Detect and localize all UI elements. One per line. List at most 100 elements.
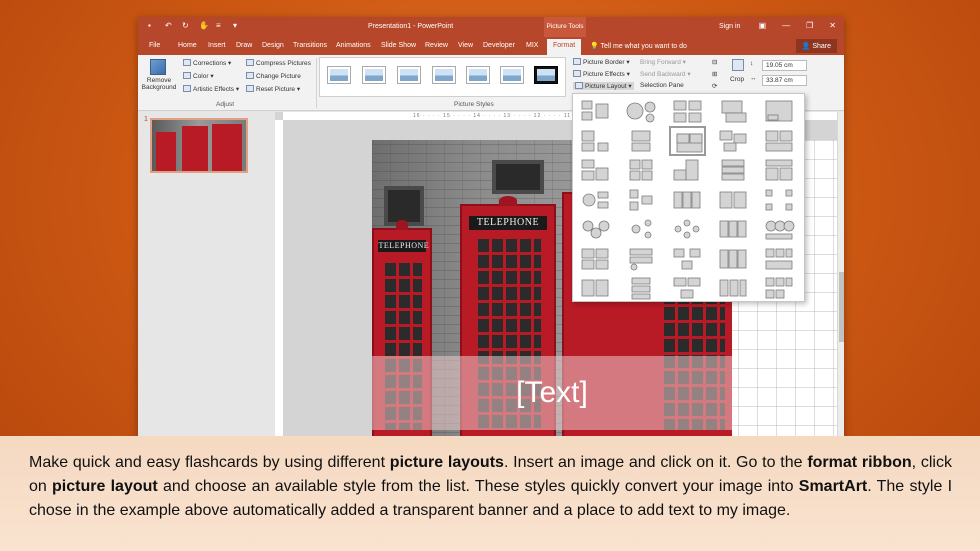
picture-layout-option[interactable] (669, 214, 706, 244)
picture-layout-option[interactable] (669, 273, 706, 303)
tab-file[interactable]: File (149, 42, 160, 49)
save-icon[interactable]: ▪ (148, 22, 156, 30)
compress-pictures-button[interactable]: Compress Pictures (246, 59, 311, 67)
picture-layout-option[interactable] (623, 244, 660, 274)
ribbon-display-icon[interactable]: ▣ (759, 21, 767, 30)
picture-layout-option[interactable] (577, 273, 614, 303)
picture-layout-option[interactable] (577, 155, 614, 185)
artistic-effects-button[interactable]: Artistic Effects ▾ (183, 85, 239, 93)
picture-effects-icon (573, 70, 581, 77)
picture-layout-option[interactable] (761, 126, 798, 156)
picture-layout-option[interactable] (715, 214, 752, 244)
share-button[interactable]: 👤 Share (795, 39, 837, 53)
picture-layout-option[interactable] (669, 155, 706, 185)
picture-layout-option[interactable] (715, 273, 752, 303)
layout-thumbnail-icon (674, 219, 700, 239)
align-icon[interactable]: ⊟ (712, 58, 717, 66)
picture-style-1[interactable] (327, 66, 351, 84)
undo-icon[interactable]: ↶ (165, 22, 173, 30)
picture-border-button[interactable]: Picture Border ▾ (573, 58, 630, 66)
picture-layout-button[interactable]: Picture Layout ▾ (573, 82, 634, 90)
picture-layout-option[interactable] (715, 96, 752, 126)
tab-view[interactable]: View (458, 42, 473, 49)
bullets-icon[interactable]: ≡ (216, 22, 224, 30)
color-button[interactable]: Color ▾ (183, 72, 214, 80)
picture-layout-option[interactable] (577, 185, 614, 215)
picture-layout-option[interactable] (761, 96, 798, 126)
tab-draw[interactable]: Draw (236, 42, 252, 49)
group-icon[interactable]: ⊞ (712, 70, 717, 78)
picture-layout-option[interactable] (669, 244, 706, 274)
picture-style-5[interactable] (466, 66, 490, 84)
close-icon[interactable]: ✕ (829, 21, 836, 30)
rotate-icon[interactable]: ⟳ (712, 82, 717, 90)
picture-style-6[interactable] (500, 66, 524, 84)
picture-layout-option[interactable] (715, 126, 752, 156)
picture-layout-option[interactable] (623, 96, 660, 126)
height-input[interactable]: 19.05 cm (762, 60, 807, 71)
tab-home[interactable]: Home (178, 42, 197, 49)
slide-number: 1 (144, 116, 148, 123)
picture-layout-option[interactable] (577, 214, 614, 244)
picture-layout-option[interactable] (715, 244, 752, 274)
picture-layout-option[interactable] (669, 125, 706, 156)
style-preview (435, 69, 453, 81)
reset-picture-button[interactable]: Reset Picture ▾ (246, 85, 300, 93)
picture-layout-option[interactable] (623, 155, 660, 185)
slide-thumbnail[interactable] (150, 118, 248, 173)
sign-in-link[interactable]: Sign in (719, 23, 740, 30)
picture-layout-option[interactable] (623, 126, 660, 156)
tab-format[interactable]: Format (547, 39, 582, 55)
change-picture-button[interactable]: Change Picture (246, 72, 301, 80)
picture-layout-option[interactable] (669, 96, 706, 126)
picture-style-4[interactable] (432, 66, 456, 84)
picture-layout-option[interactable] (669, 185, 706, 215)
picture-layout-option[interactable] (761, 214, 798, 244)
tab-mix[interactable]: MIX (526, 42, 538, 49)
tab-slide-show[interactable]: Slide Show (381, 42, 416, 49)
scrollbar-thumb[interactable] (839, 272, 844, 342)
vertical-scrollbar[interactable] (837, 112, 844, 442)
selection-pane-button[interactable]: Selection Pane (640, 82, 684, 89)
picture-layout-option[interactable] (715, 155, 752, 185)
tab-transitions[interactable]: Transitions (293, 42, 327, 49)
width-input[interactable]: 33.87 cm (762, 75, 807, 86)
picture-layout-option[interactable] (623, 185, 660, 215)
picture-layout-option[interactable] (715, 185, 752, 215)
tab-developer[interactable]: Developer (483, 42, 515, 49)
layout-shape (641, 170, 653, 181)
send-backward-button[interactable]: Send Backward ▾ (640, 70, 691, 78)
picture-layout-option[interactable] (623, 273, 660, 303)
picture-style-3[interactable] (397, 66, 421, 84)
picture-layout-option[interactable] (761, 185, 798, 215)
picture-effects-button[interactable]: Picture Effects ▾ (573, 70, 630, 78)
corrections-button[interactable]: Corrections ▾ (183, 59, 231, 67)
layout-shape (598, 220, 610, 232)
picture-style-2[interactable] (362, 66, 386, 84)
tab-design[interactable]: Design (262, 42, 284, 49)
picture-layout-option[interactable] (577, 244, 614, 274)
picture-layout-option[interactable] (577, 126, 614, 156)
crop-button[interactable]: Crop (730, 76, 744, 83)
tab-animations[interactable]: Animations (336, 42, 371, 49)
tab-insert[interactable]: Insert (208, 42, 226, 49)
picture-layout-option[interactable] (623, 214, 660, 244)
touch-mode-icon[interactable]: ✋ (199, 22, 209, 30)
selection-pane-label: Selection Pane (640, 82, 684, 89)
restore-icon[interactable]: ❐ (806, 21, 813, 30)
picture-layout-option[interactable] (761, 244, 798, 274)
minimize-icon[interactable]: — (782, 21, 790, 30)
layout-shape (719, 249, 729, 268)
picture-layout-option[interactable] (761, 273, 798, 303)
picture-layout-option[interactable] (761, 155, 798, 185)
bring-forward-button[interactable]: Bring Forward ▾ (640, 58, 686, 66)
width-icon: ↔ (750, 75, 757, 82)
customize-qat-icon[interactable]: ▾ (233, 22, 241, 30)
picture-style-7[interactable] (534, 66, 558, 84)
tab-review[interactable]: Review (425, 42, 448, 49)
picture-layout-option[interactable] (577, 96, 614, 126)
text-placeholder-banner[interactable]: [Text] (372, 356, 732, 430)
tell-me-search[interactable]: 💡 Tell me what you want to do (590, 42, 687, 50)
remove-background-button[interactable]: Remove Background (139, 77, 179, 91)
redo-icon[interactable]: ↻ (182, 22, 190, 30)
